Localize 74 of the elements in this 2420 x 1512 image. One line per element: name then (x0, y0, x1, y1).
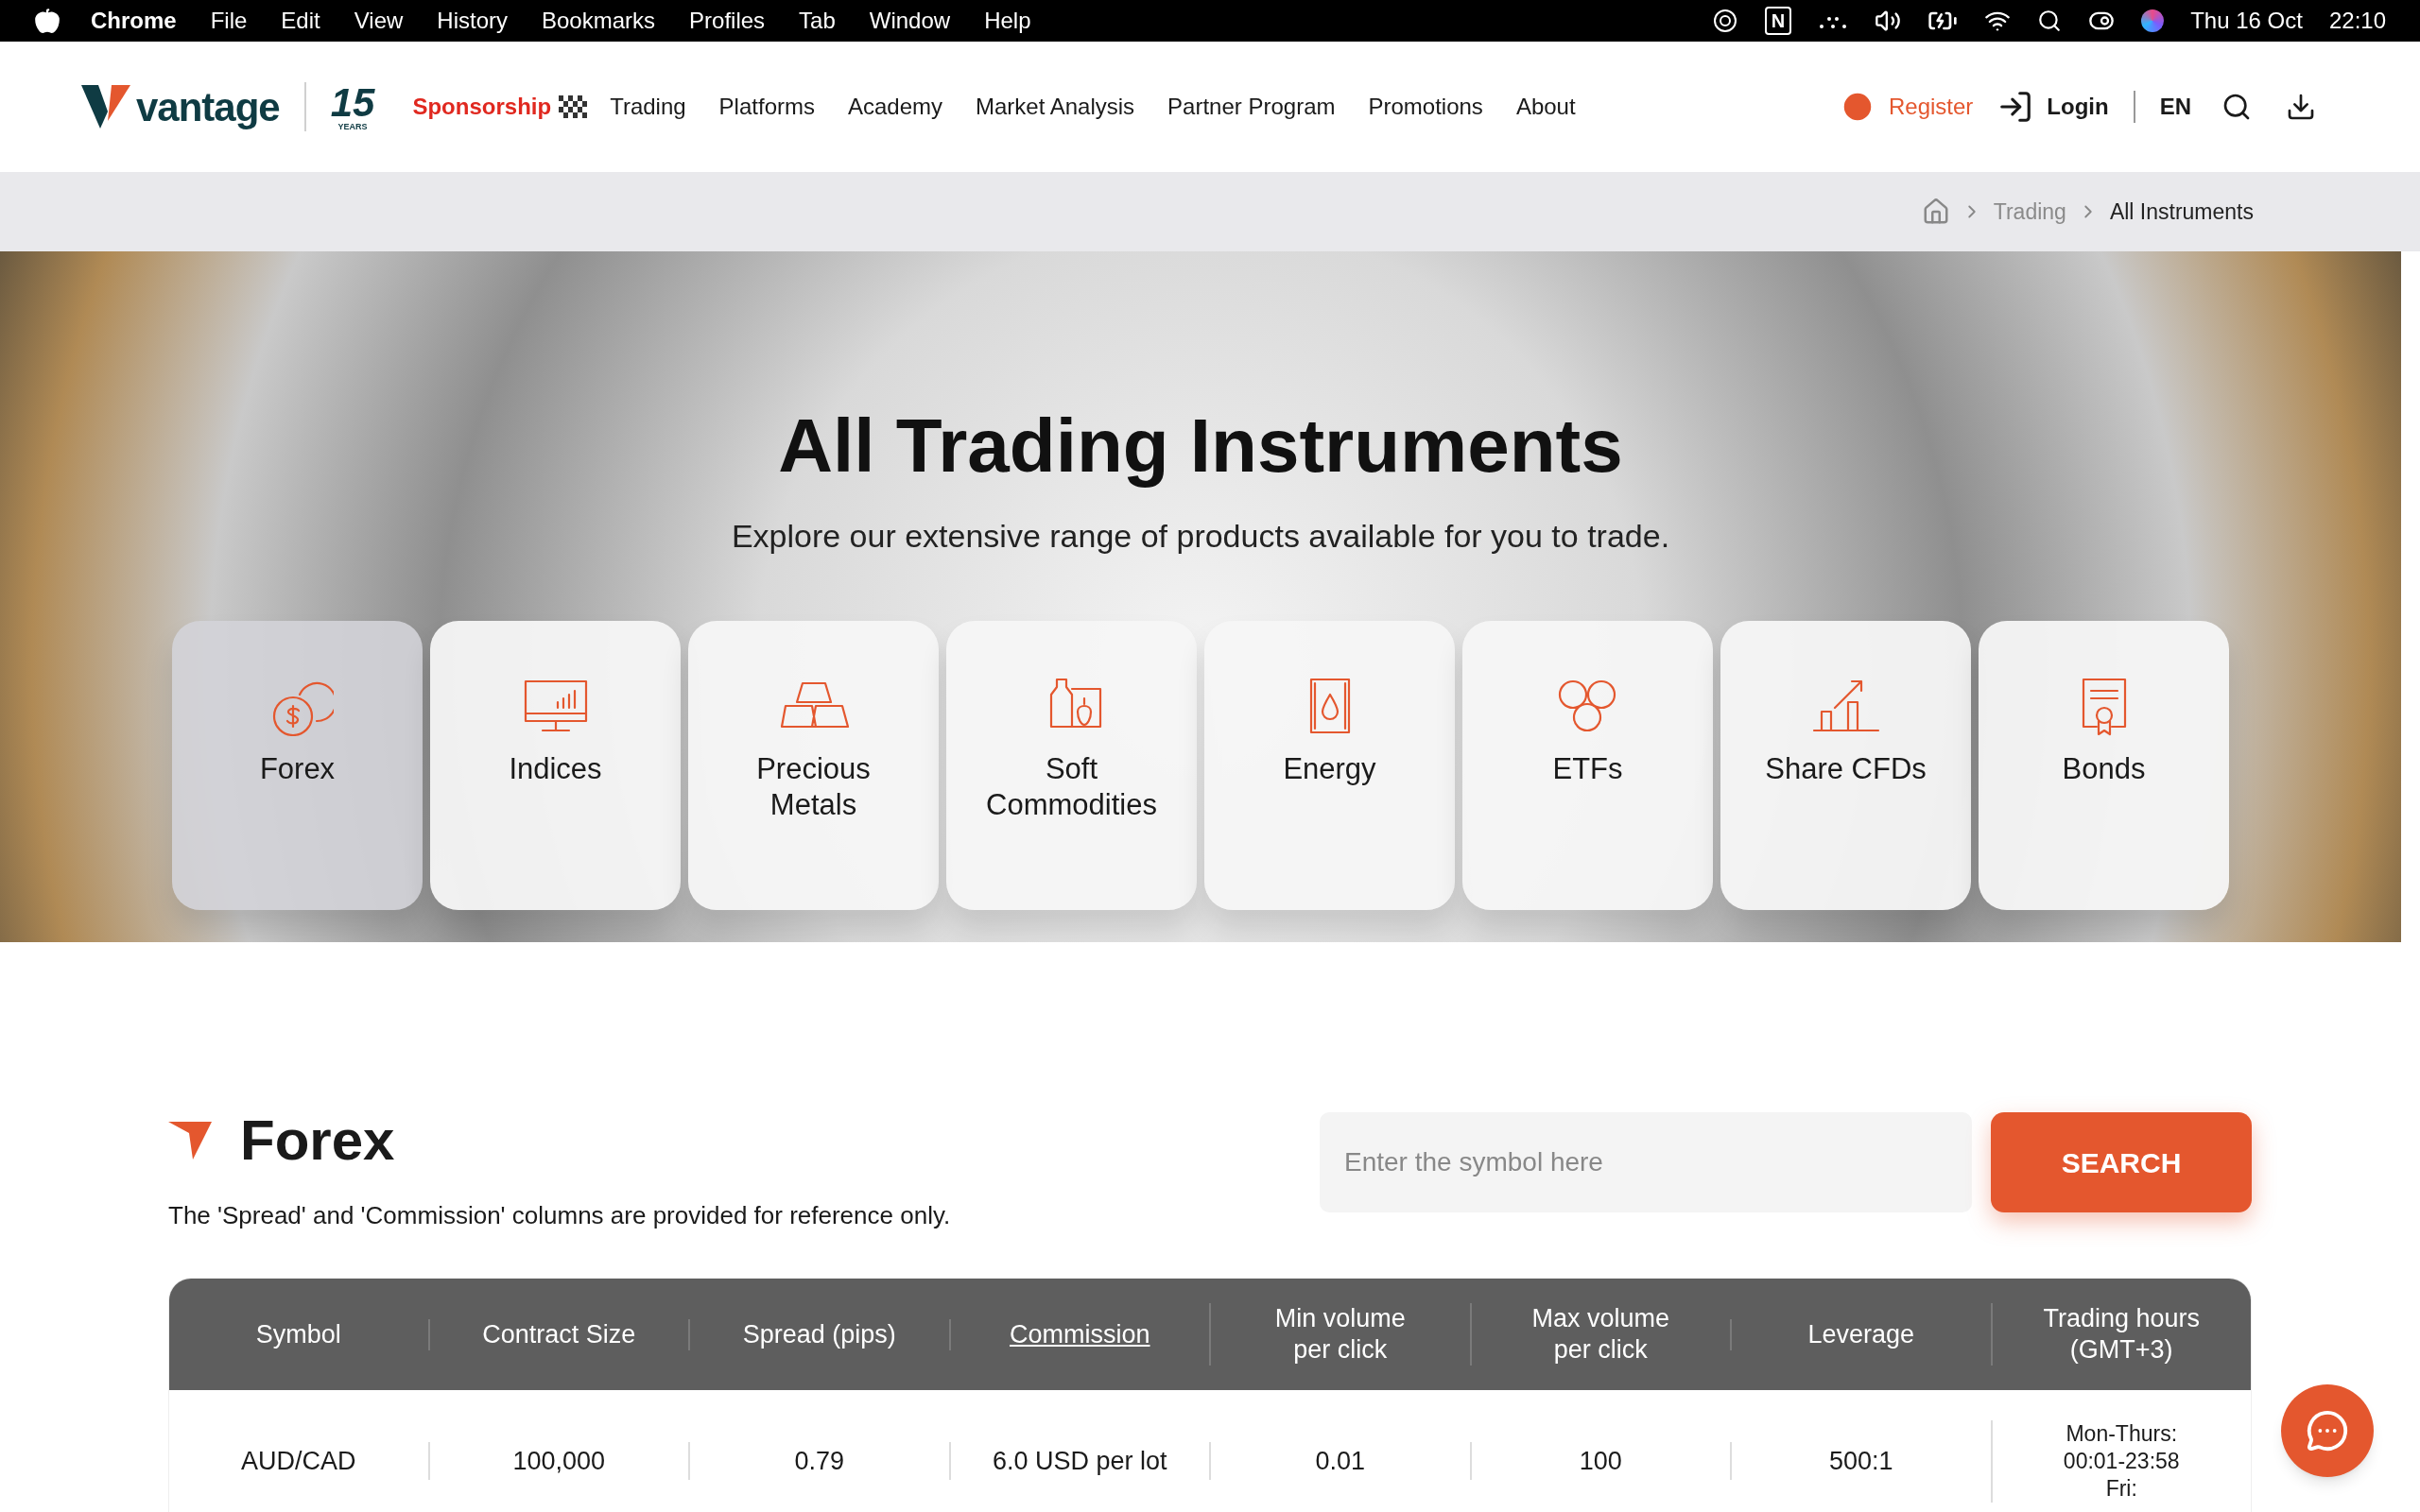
category-card[interactable]: ETFs (1462, 621, 1713, 910)
table-cell-text: 100,000 (512, 1445, 606, 1477)
vantage-logo[interactable]: vantage (79, 77, 280, 137)
login-link[interactable]: Login (1997, 89, 2109, 125)
category-card[interactable]: Precious Metals (688, 621, 939, 910)
category-card[interactable]: Indices (430, 621, 681, 910)
breadcrumb-link[interactable]: All Instruments (2109, 195, 2254, 229)
category-card[interactable]: Forex (172, 621, 423, 910)
category-label: Forex (258, 751, 337, 787)
search-button[interactable]: SEARCH (1991, 1112, 2252, 1212)
home-icon[interactable] (1921, 198, 1950, 226)
column-header: Leverage (1806, 1318, 1916, 1350)
nav-link[interactable]: Platforms (718, 90, 815, 124)
column-header: Spread (pips) (741, 1318, 897, 1350)
menu-item[interactable]: Help (984, 4, 1031, 38)
nav-link[interactable]: About (1515, 90, 1576, 124)
table-cell-text: 6.0 USD per lot (992, 1445, 1167, 1477)
table-cell-text: 0.01 (1315, 1445, 1366, 1477)
search-icon[interactable] (2221, 92, 2252, 122)
apple-logo-icon[interactable] (34, 8, 60, 34)
siri-icon[interactable] (2141, 9, 2165, 32)
menu-item[interactable]: Window (869, 4, 951, 38)
menu-item[interactable]: Edit (281, 4, 320, 38)
section-note: The 'Spread' and 'Commission' columns are provided for reference only. (168, 1200, 951, 1231)
hero-subtitle: Explore our extensive range of products available for you to trade. (731, 517, 1670, 556)
trading-hours-cell: Mon-Thurs: 00:01-23:58 Fri: (2063, 1419, 2180, 1503)
nav-link[interactable]: Trading (610, 90, 686, 124)
menu-item[interactable]: View (354, 4, 404, 38)
menu-item[interactable]: File (210, 4, 248, 38)
menu-item[interactable]: Profiles (689, 4, 766, 38)
category-label: Energy (1282, 751, 1377, 787)
column-header: Trading hours (GMT+3) (2042, 1303, 2202, 1366)
section-title: Forex (240, 1112, 395, 1169)
swirl-icon[interactable] (1711, 8, 1738, 34)
sponsorship-link[interactable]: Sponsorship (412, 90, 588, 124)
symbol-search-field[interactable]: Enter the symbol here (1320, 1112, 1972, 1212)
category-card[interactable]: Soft Commodities (946, 621, 1197, 910)
download-icon[interactable] (2286, 92, 2316, 122)
app-menu[interactable]: Chrome (91, 4, 177, 38)
nav-link[interactable]: Market Analysis (976, 90, 1135, 124)
category-label: Indices (508, 751, 603, 787)
menu-item[interactable]: Bookmarks (542, 4, 656, 38)
checkered-flag-icon (559, 95, 588, 118)
menu-bar-time[interactable]: 22:10 (2328, 4, 2386, 38)
category-card[interactable]: Share CFDs (1720, 621, 1971, 910)
category-label: Soft Commodities (985, 751, 1158, 823)
menu-item[interactable]: Tab (799, 4, 836, 38)
column-header: Symbol (254, 1318, 342, 1350)
nav-link[interactable]: Academy (847, 90, 942, 124)
column-header: Contract Size (481, 1318, 637, 1350)
table-cell-text: 500:1 (1828, 1445, 1893, 1477)
category-card[interactable]: Energy (1204, 621, 1455, 910)
chat-icon (2306, 1409, 2349, 1452)
nav-link[interactable]: Partner Program (1167, 90, 1336, 124)
menu-bar-date[interactable]: Thu 16 Oct (2190, 4, 2303, 38)
table-cell-text: 100 (1579, 1445, 1622, 1477)
menu-item[interactable]: History (437, 4, 508, 38)
language-button[interactable]: EN (2159, 90, 2191, 124)
notion-key[interactable]: N (1764, 7, 1792, 35)
register-link[interactable]: Register (1839, 89, 1974, 125)
anniversary-label: 15 YEARS (330, 82, 375, 131)
category-label: ETFs (1551, 751, 1624, 787)
category-card[interactable]: Bonds (1979, 621, 2229, 910)
column-header: Min volume per click (1273, 1303, 1407, 1366)
category-label: Precious Metals (755, 751, 872, 823)
nav-link[interactable]: Promotions (1368, 90, 1483, 124)
table-cell-text: 0.79 (794, 1445, 845, 1477)
category-label: Share CFDs (1764, 751, 1927, 787)
column-header: Max volume per click (1530, 1303, 1670, 1366)
search-icon[interactable] (2037, 9, 2063, 33)
arrow-logo-icon (168, 1120, 214, 1161)
commission-link[interactable]: Commission (999, 1318, 1161, 1350)
category-label: Bonds (2061, 751, 2147, 787)
table-cell-text: AUD/CAD (241, 1445, 356, 1477)
